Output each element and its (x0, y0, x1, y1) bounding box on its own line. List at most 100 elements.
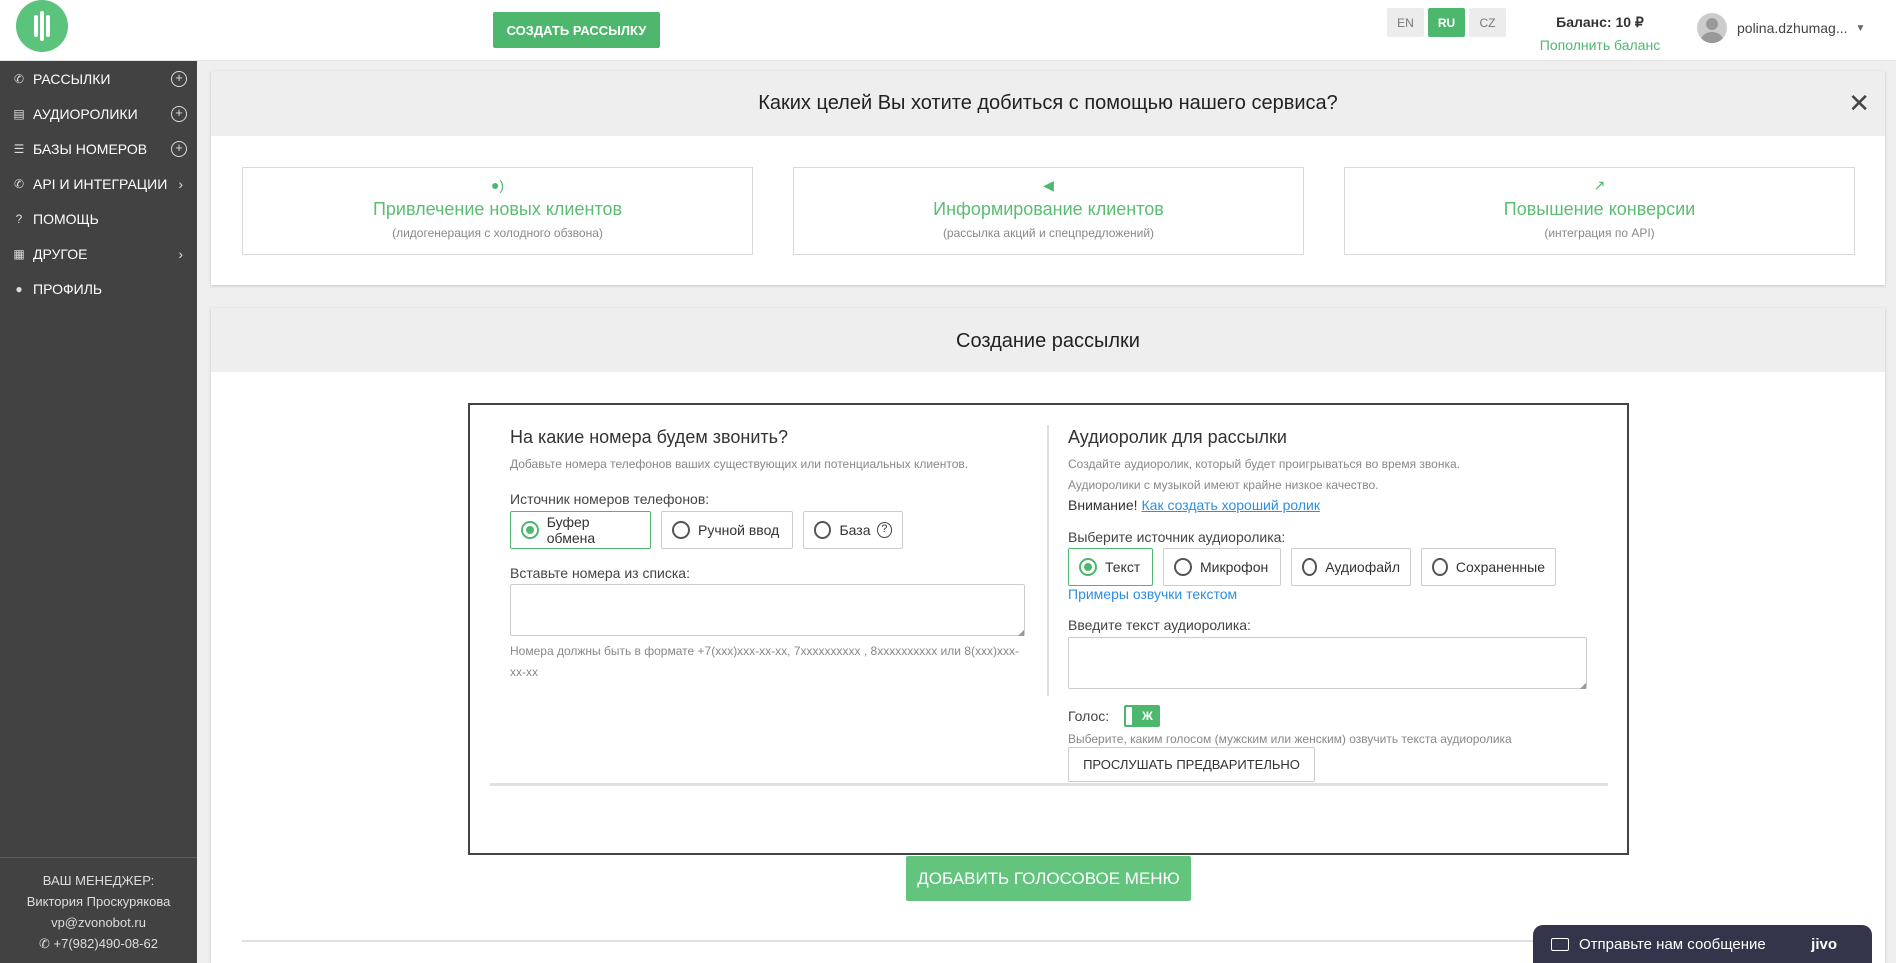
audio-text-radio[interactable]: Текст (1068, 548, 1153, 586)
chat-widget[interactable]: Отправьте нам сообщение jivo (1533, 925, 1872, 963)
manager-phone[interactable]: +7(982)490-08-62 (54, 936, 158, 951)
source-manual-radio[interactable]: Ручной ввод (661, 511, 793, 549)
megaphone-icon: ◀ (1043, 177, 1054, 193)
numbers-textarea[interactable] (510, 584, 1025, 637)
user-menu[interactable]: polina.dzhumag... ▼ (1697, 13, 1865, 43)
top-header: СОЗДАТЬ РАССЫЛКУ EN RU CZ Баланс: 10 ₽ П… (0, 0, 1896, 61)
radio-indicator (1079, 558, 1097, 576)
audio-saved-radio[interactable]: Сохраненные (1421, 548, 1556, 586)
audio-text-textarea[interactable] (1068, 637, 1587, 690)
goal-card-subtitle: (лидогенерация с холодного обзвона) (392, 226, 603, 240)
radio-indicator (1174, 558, 1192, 576)
sidebar-item-label: РАССЫЛКИ (33, 70, 111, 87)
goal-card-inform-clients[interactable]: ◀ Информирование клиентов (рассылка акци… (793, 167, 1304, 255)
radio-label: Сохраненные (1455, 559, 1545, 575)
sidebar-item-audio[interactable]: ▤ АУДИОРОЛИКИ + (0, 96, 197, 131)
topup-balance-link[interactable]: Пополнить баланс (1535, 37, 1665, 53)
radio-indicator (814, 521, 832, 539)
manager-phone-row: ✆ +7(982)490-08-62 (0, 933, 197, 954)
sidebar-item-api[interactable]: ✆ API И ИНТЕГРАЦИИ › (0, 166, 197, 201)
radio-label: Текст (1105, 559, 1141, 575)
radio-label: Буфер обмена (546, 514, 596, 546)
username: polina.dzhumag... (1737, 20, 1848, 36)
database-icon: ☰ (13, 141, 25, 156)
goal-card-title: Привлечение новых клиентов (372, 199, 623, 219)
audio-warning: Внимание! Как создать хороший ролик (1068, 497, 1320, 513)
numbers-hint: Добавьте номера телефонов ваших существу… (510, 457, 969, 471)
goal-card-subtitle: (рассылка акций и спецпредложений) (942, 226, 1155, 240)
zvonobot-logo[interactable] (16, 0, 68, 52)
voice-examples-link[interactable]: Примеры озвучки текстом (1068, 586, 1237, 602)
sidebar-item-other[interactable]: ▦ ДРУГОЕ › (0, 236, 197, 271)
chevron-right-icon: › (178, 245, 183, 262)
help-icon[interactable]: ? (876, 522, 892, 538)
goal-card-title: Повышение конверсии (1503, 199, 1696, 219)
phone-icon: ✆ (39, 936, 54, 951)
numbers-source-label: Источник номеров телефонов: (510, 491, 710, 507)
radio-indicator (521, 521, 539, 539)
audio-file-radio[interactable]: Аудиофайл (1291, 548, 1411, 586)
balance-label: Баланс: 10 ₽ (1556, 14, 1644, 30)
close-icon[interactable]: ✕ (1848, 90, 1870, 116)
toggle-knob (1126, 707, 1132, 725)
audio-source-label: Выберите источник аудиоролика: (1068, 529, 1286, 545)
how-to-create-audio-link[interactable]: Как создать хороший ролик (1142, 497, 1320, 513)
manager-email[interactable]: vp@zvonobot.ru (0, 912, 197, 933)
goal-card-subtitle: (интеграция по API) (1544, 226, 1655, 240)
chevron-right-icon: › (178, 175, 183, 192)
form-divider (490, 783, 1608, 786)
sidebar-item-label: ПОМОЩЬ (33, 210, 99, 227)
lang-en-button[interactable]: EN (1387, 8, 1424, 37)
paste-numbers-label: Вставьте номера из списка: (510, 565, 690, 581)
add-audio-icon[interactable]: + (171, 105, 187, 122)
sidebar-item-label: API И ИНТЕГРАЦИИ (33, 175, 168, 192)
chevron-down-icon: ▼ (1855, 22, 1866, 34)
sidebar-item-databases[interactable]: ☰ БАЗЫ НОМЕРОВ + (0, 131, 197, 166)
audio-section-title: Аудиоролик для рассылки (1068, 427, 1287, 447)
phone-icon: ✆ (13, 71, 25, 86)
source-clipboard-radio[interactable]: Буфер обмена (510, 511, 651, 549)
lang-ru-button[interactable]: RU (1428, 8, 1465, 37)
sidebar-item-label: ПРОФИЛЬ (33, 280, 103, 297)
jivo-logo: jivo (1811, 935, 1837, 953)
lang-cz-button[interactable]: CZ (1469, 8, 1506, 37)
question-icon: ? (15, 211, 23, 226)
sidebar-item-label: АУДИОРОЛИКИ (33, 105, 138, 122)
add-mailing-icon[interactable]: + (171, 70, 187, 87)
manager-title: ВАШ МЕНЕДЖЕР: (42, 873, 155, 888)
sidebar-item-help[interactable]: ? ПОМОЩЬ (0, 201, 197, 236)
voice-hint: Выберите, каким голосом (мужским или жен… (1068, 732, 1512, 746)
radio-label: Ручной ввод (698, 522, 780, 538)
user-icon: ● (15, 281, 23, 296)
radio-label: Микрофон (1200, 559, 1269, 575)
radio-label: База (839, 522, 871, 538)
voice-gender-toggle[interactable]: Ж (1124, 705, 1160, 727)
goal-card-new-clients[interactable]: ●) Привлечение новых клиентов (лидогенер… (242, 167, 753, 255)
sidebar-item-profile[interactable]: ● ПРОФИЛЬ (0, 271, 197, 306)
preview-audio-button[interactable]: ПРОСЛУШАТЬ ПРЕДВАРИТЕЛЬНО (1068, 747, 1315, 782)
voice-label: Голос: (1068, 708, 1110, 724)
manager-name: Виктория Проскурякова (26, 894, 171, 909)
numbers-section-title: На какие номера будем звонить? (510, 427, 789, 447)
users-sound-icon: ●) (490, 177, 505, 193)
goal-card-title: Информирование клиентов (933, 199, 1164, 219)
add-voice-menu-button[interactable]: ДОБАВИТЬ ГОЛОСОВОЕ МЕНЮ (906, 856, 1191, 901)
create-mailing-panel: Создание рассылки На какие номера будем … (211, 308, 1885, 963)
balance-block: Баланс: 10 ₽ Пополнить баланс (1535, 14, 1665, 53)
audio-microphone-radio[interactable]: Микрофон (1163, 548, 1281, 586)
radio-indicator (672, 521, 690, 539)
add-database-icon[interactable]: + (171, 140, 187, 157)
chart-up-icon: ↗ (1593, 177, 1606, 193)
radio-label: Аудиофайл (1325, 559, 1400, 575)
sidebar-item-mailings[interactable]: ✆ РАССЫЛКИ + (0, 61, 197, 96)
goal-card-conversion[interactable]: ↗ Повышение конверсии (интеграция по API… (1344, 167, 1855, 255)
sidebar-item-label: ДРУГОЕ (33, 245, 88, 262)
column-divider (1047, 425, 1049, 696)
file-audio-icon: ▤ (13, 106, 25, 121)
mailing-form: На какие номера будем звонить? Добавьте … (468, 403, 1629, 855)
audio-text-label: Введите текст аудиоролика: (1068, 617, 1251, 633)
create-mailing-button[interactable]: СОЗДАТЬ РАССЫЛКУ (493, 12, 660, 48)
goals-title: Каких целей Вы хотите добиться с помощью… (211, 71, 1885, 136)
avatar (1697, 13, 1727, 43)
source-database-radio[interactable]: База ? (803, 511, 903, 549)
